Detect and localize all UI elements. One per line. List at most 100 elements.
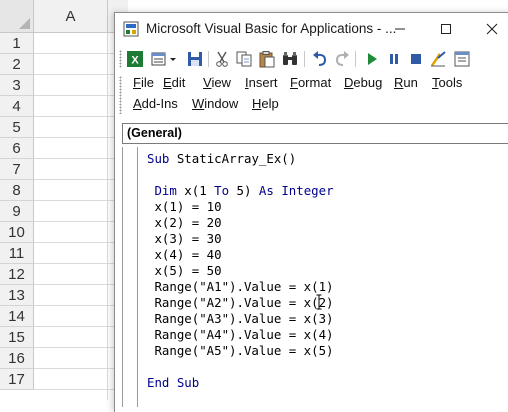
binoculars-icon — [283, 52, 297, 65]
row-header-16[interactable]: 16 — [0, 348, 34, 369]
run-icon — [368, 53, 377, 65]
menu-add-ins[interactable]: Add-Ins — [133, 96, 178, 111]
run-button[interactable] — [363, 50, 381, 68]
menu-edit[interactable]: Edit — [163, 75, 185, 90]
row-header-11[interactable]: 11 — [0, 243, 34, 264]
row-header-12[interactable]: 12 — [0, 264, 34, 285]
undo-button[interactable] — [311, 50, 329, 68]
view-excel-button[interactable]: X — [126, 50, 144, 68]
menu-insert[interactable]: Insert — [245, 75, 278, 90]
menu-window[interactable]: Window — [192, 96, 238, 111]
copy-button[interactable] — [235, 50, 253, 68]
standard-toolbar: X — [115, 45, 508, 73]
code-line[interactable]: x(2) = 20 — [147, 215, 334, 231]
code-text: x(5) = 50 — [147, 263, 222, 278]
cut-button[interactable] — [213, 50, 231, 68]
row-header-2[interactable]: 2 — [0, 54, 34, 75]
code-line[interactable]: Dim x(1 To 5) As Integer — [147, 183, 333, 199]
select-all-corner[interactable] — [0, 0, 34, 33]
code-text: Range("A3").Value = x(3) — [147, 311, 334, 326]
menu-help[interactable]: Help — [252, 96, 279, 111]
menu-debug[interactable]: Debug — [344, 75, 382, 90]
row-header-17[interactable]: 17 — [0, 369, 34, 390]
code-line[interactable] — [147, 359, 334, 375]
code-text: x(1) = 10 — [147, 199, 222, 214]
project-explorer-button[interactable] — [453, 50, 471, 68]
stop-icon — [411, 54, 421, 64]
code-line[interactable]: x(3) = 30 — [147, 231, 334, 247]
insert-dropdown-button[interactable] — [169, 50, 177, 68]
row-header-15[interactable]: 15 — [0, 327, 34, 348]
row-header-14[interactable]: 14 — [0, 306, 34, 327]
reset-button[interactable] — [407, 50, 425, 68]
menubar-grip[interactable] — [119, 76, 122, 114]
find-button[interactable] — [281, 50, 299, 68]
object-dropdown[interactable]: (General) — [122, 123, 508, 144]
select-all-triangle-icon — [19, 18, 30, 29]
worksheet-grid[interactable] — [34, 33, 124, 400]
toolbar-separator — [208, 51, 209, 67]
row-header-4[interactable]: 4 — [0, 96, 34, 117]
menu-file[interactable]: File — [133, 75, 154, 90]
menu-run[interactable]: Run — [394, 75, 418, 90]
code-text: x(1 — [176, 183, 215, 198]
menu-format[interactable]: Format — [290, 75, 331, 90]
code-line[interactable]: Range("A5").Value = x(5) — [147, 343, 334, 359]
code-line[interactable]: x(4) = 40 — [147, 247, 334, 263]
chevron-down-icon — [170, 58, 176, 61]
code-text: Range("A5").Value = x(5) — [147, 343, 334, 358]
row-header-7[interactable]: 7 — [0, 159, 34, 180]
code-line[interactable]: x(5) = 50 — [147, 263, 334, 279]
code-line[interactable]: x(1) = 10 — [147, 199, 334, 215]
design-mode-button[interactable] — [429, 50, 447, 68]
code-line[interactable]: Range("A3").Value = x(3) — [147, 311, 334, 327]
code-line[interactable]: Range("A4").Value = x(4) — [147, 327, 334, 343]
row-headers: 1 2 3 4 5 6 7 8 9 10 11 12 13 14 15 16 17 — [0, 33, 34, 390]
maximize-button[interactable] — [423, 13, 469, 45]
toolbar-separator — [304, 51, 305, 67]
maximize-icon — [441, 24, 451, 34]
close-button[interactable] — [469, 13, 508, 45]
pause-icon — [390, 54, 398, 64]
row-header-3[interactable]: 3 — [0, 75, 34, 96]
redo-icon — [335, 51, 349, 66]
svg-text:X: X — [131, 55, 139, 67]
paste-button[interactable] — [258, 50, 276, 68]
margin-indicator-bar[interactable] — [123, 147, 138, 407]
insert-module-button[interactable] — [150, 50, 168, 68]
menu-tools[interactable]: Tools — [432, 75, 462, 90]
column-header-a[interactable]: A — [34, 0, 108, 33]
code-window[interactable]: Sub StaticArray_Ex() Dim x(1 To 5) As In… — [122, 147, 508, 407]
redo-button[interactable] — [333, 50, 351, 68]
code-line[interactable]: Range("A1").Value = x(1) — [147, 279, 334, 295]
row-header-1[interactable]: 1 — [0, 33, 34, 54]
break-button[interactable] — [385, 50, 403, 68]
row-header-5[interactable]: 5 — [0, 117, 34, 138]
code-editor[interactable]: Sub StaticArray_Ex() Dim x(1 To 5) As In… — [147, 151, 334, 391]
view-excel-icon: X — [127, 51, 143, 67]
toolbar-grip[interactable] — [119, 50, 122, 68]
row-header-9[interactable]: 9 — [0, 201, 34, 222]
title-bar[interactable]: Microsoft Visual Basic for Applications … — [115, 13, 508, 45]
row-header-10[interactable]: 10 — [0, 222, 34, 243]
code-line[interactable]: End Sub — [147, 375, 334, 391]
save-button[interactable] — [186, 50, 204, 68]
code-line[interactable]: Range("A2").Value = x(2) — [147, 295, 334, 311]
row-header-8[interactable]: 8 — [0, 180, 34, 201]
window-title: Microsoft Visual Basic for Applications … — [146, 21, 397, 36]
toolbar-separator — [355, 51, 356, 67]
undo-icon — [313, 51, 327, 66]
row-header-13[interactable]: 13 — [0, 285, 34, 306]
code-keyword: End Sub — [147, 375, 200, 390]
cut-icon — [216, 51, 228, 67]
insert-module-icon — [151, 52, 166, 66]
minimize-button[interactable] — [377, 13, 423, 45]
menu-view[interactable]: View — [203, 75, 231, 90]
code-line[interactable]: Sub StaticArray_Ex() — [147, 151, 334, 167]
code-line[interactable] — [147, 167, 334, 183]
row-header-6[interactable]: 6 — [0, 138, 34, 159]
code-text: 5) — [229, 183, 259, 198]
code-keyword: As — [258, 183, 274, 198]
text-cursor-icon — [316, 294, 322, 310]
